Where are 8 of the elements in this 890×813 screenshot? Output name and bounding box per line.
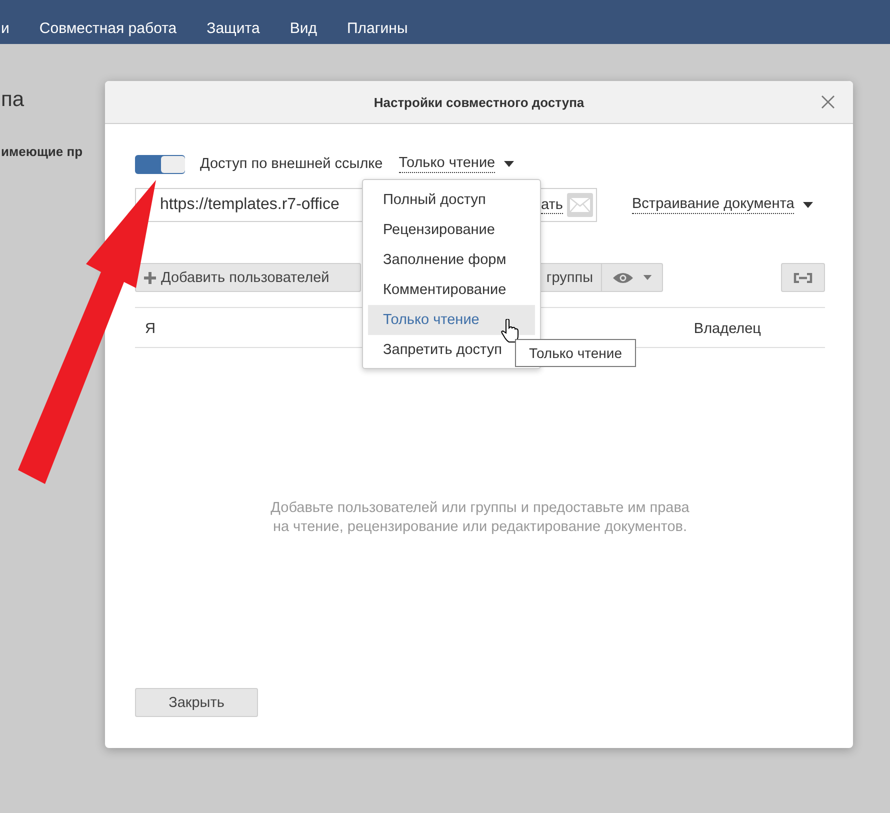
page-heading: па [1, 88, 24, 112]
tooltip: Только чтение [515, 339, 636, 367]
section-label: имеющие пр [1, 144, 83, 159]
user-role: Владелец [694, 321, 761, 337]
dialog-title: Настройки совместного доступа [374, 94, 584, 110]
toggle-label: Доступ по внешней ссылке [200, 156, 383, 172]
user-name: Я [145, 321, 156, 337]
empty-message: Добавьте пользователей или группы и предоставьте им права на чтение, рецензирование или редактирование документов. [270, 499, 690, 537]
